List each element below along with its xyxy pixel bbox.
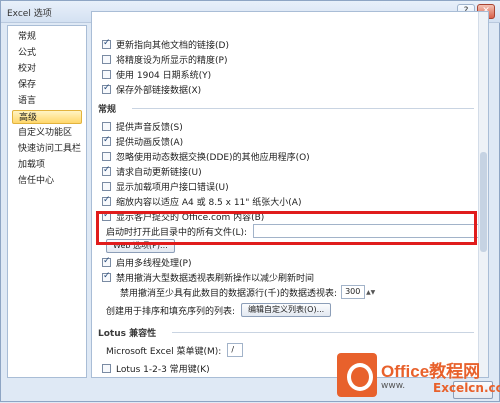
option-label: 显示加载项用户接口错误(U) [116,182,229,193]
startup-folder-input[interactable] [253,224,488,238]
checkbox[interactable] [102,363,111,373]
pivot-rows-input[interactable]: 300 [341,285,366,299]
watermark-url-prefix: www. [381,381,406,391]
watermark-logo: Office教程网 www. Excelcn.com [337,353,500,401]
checkbox[interactable] [102,54,111,64]
custom-lists-label: 创建用于排序和填充序列的列表: [106,306,236,317]
menu-key-row: Microsoft Excel 菜单键(M): / [106,343,244,357]
vertical-scrollbar[interactable] [478,12,488,377]
scrollbar-thumb[interactable] [480,152,487,252]
checkbox[interactable] [102,256,111,267]
option-label: 显示客户提交的 Office.com 内容(B) [116,212,265,223]
sidebar-item-trust-center[interactable]: 信任中心 [12,174,82,188]
checkbox[interactable] [102,151,111,161]
checkbox[interactable] [102,38,111,49]
option-label: 使用 1904 日期系统(Y) [116,70,212,81]
option-label: 更新指向其他文档的链接(D) [116,40,229,51]
options-sidebar: 常规 公式 校对 保存 语言 高级 自定义功能区 快速访问工具栏 加载项 信任中… [7,25,87,378]
disable-pivot-undo-option[interactable]: 禁用撤消大型数据透视表刷新操作以减少刷新时间 [102,271,315,284]
option-label: Lotus 1-2-3 常用键(K) [116,364,210,375]
section-divider [172,332,474,333]
options-content: 更新指向其他文档的链接(D) 将精度设为所显示的精度(P) 使用 1904 日期… [91,11,489,378]
custom-lists-row: 创建用于排序和填充序列的列表: 编辑自定义列表(O)... [106,303,332,317]
checkbox[interactable] [102,69,111,79]
option-label: 启用多线程处理(P) [116,258,192,269]
multithread-option[interactable]: 启用多线程处理(P) [102,256,192,269]
checkbox[interactable] [102,83,111,94]
edit-custom-lists-button[interactable]: 编辑自定义列表(O)... [241,303,332,317]
ignore-dde-option[interactable]: 忽略使用动态数据交换(DDE)的其他应用程序(O) [102,150,310,163]
section-heading-lotus: Lotus 兼容性 [98,329,157,339]
checkbox[interactable] [102,181,111,191]
checkbox[interactable] [102,195,111,206]
checkbox[interactable] [102,165,111,176]
animation-feedback-option[interactable]: 提供动画反馈(A) [102,135,184,148]
option-label: 提供动画反馈(A) [116,137,184,148]
addin-ui-errors-option[interactable]: 显示加载项用户接口错误(U) [102,180,229,193]
sidebar-item-quick-access-toolbar[interactable]: 快速访问工具栏 [12,142,82,156]
sound-feedback-option[interactable]: 提供声音反馈(S) [102,120,183,133]
checkbox[interactable] [102,271,111,282]
section-divider [132,108,474,109]
option-label: 将精度设为所显示的精度(P) [116,55,228,66]
menu-key-label: Microsoft Excel 菜单键(M): [106,346,222,357]
pivot-rows-label: 禁用撤消至少具有此数目的数据源行(千)的数据透视表: [120,288,338,299]
checkbox[interactable] [102,135,111,146]
web-options-row: Web 选项(P)... [106,239,175,253]
option-label: 提供声音反馈(S) [116,122,183,133]
sidebar-item-advanced[interactable]: 高级 [12,110,82,124]
sidebar-item-proofing[interactable]: 校对 [12,62,82,76]
watermark-brand: Office教程网 [381,362,481,381]
excel-options-dialog: Excel 选项 ? ✕ 常规 公式 校对 保存 语言 高级 自定义功能区 快速… [0,0,500,402]
pivot-rows-row: 禁用撤消至少具有此数目的数据源行(千)的数据透视表: 300 ▲▼ [120,285,375,299]
option-label: 请求自动更新链接(U) [116,167,202,178]
lotus-keys-option[interactable]: Lotus 1-2-3 常用键(K) [102,362,210,375]
office-com-content-option[interactable]: 显示客户提交的 Office.com 内容(B) [102,210,265,223]
window-title: Excel 选项 [7,9,52,19]
ask-update-links-option[interactable]: 请求自动更新链接(U) [102,165,202,178]
office-logo-icon [337,353,377,397]
sidebar-item-language[interactable]: 语言 [12,94,82,108]
startup-folder-row: 启动时打开此目录中的所有文件(L): [106,224,488,238]
section-heading-general: 常规 [98,105,117,115]
save-external-link-option[interactable]: 保存外部链接数据(X) [102,83,202,96]
precision-as-displayed-option[interactable]: 将精度设为所显示的精度(P) [102,53,228,66]
menu-key-input[interactable]: / [227,343,244,357]
update-links-option[interactable]: 更新指向其他文档的链接(D) [102,38,229,51]
web-options-button[interactable]: Web 选项(P)... [106,239,175,253]
sidebar-item-general[interactable]: 常规 [12,30,82,44]
option-label: 缩放内容以适应 A4 或 8.5 x 11" 纸张大小(A) [116,197,302,208]
sidebar-item-add-ins[interactable]: 加载项 [12,158,82,172]
sidebar-item-formulas[interactable]: 公式 [12,46,82,60]
option-label: 忽略使用动态数据交换(DDE)的其他应用程序(O) [116,152,310,163]
watermark-url: Excelcn.com [433,381,500,395]
option-label: 禁用撤消大型数据透视表刷新操作以减少刷新时间 [116,273,315,284]
startup-folder-label: 启动时打开此目录中的所有文件(L): [106,227,248,238]
scale-content-paper-option[interactable]: 缩放内容以适应 A4 或 8.5 x 11" 纸张大小(A) [102,195,302,208]
sidebar-item-customize-ribbon[interactable]: 自定义功能区 [12,126,82,140]
option-label: 保存外部链接数据(X) [116,85,202,96]
checkbox[interactable] [102,121,111,131]
checkbox[interactable] [102,210,111,221]
spinner-arrows-icon[interactable]: ▲▼ [366,289,375,296]
date-system-1904-option[interactable]: 使用 1904 日期系统(Y) [102,68,212,81]
sidebar-item-save[interactable]: 保存 [12,78,82,92]
